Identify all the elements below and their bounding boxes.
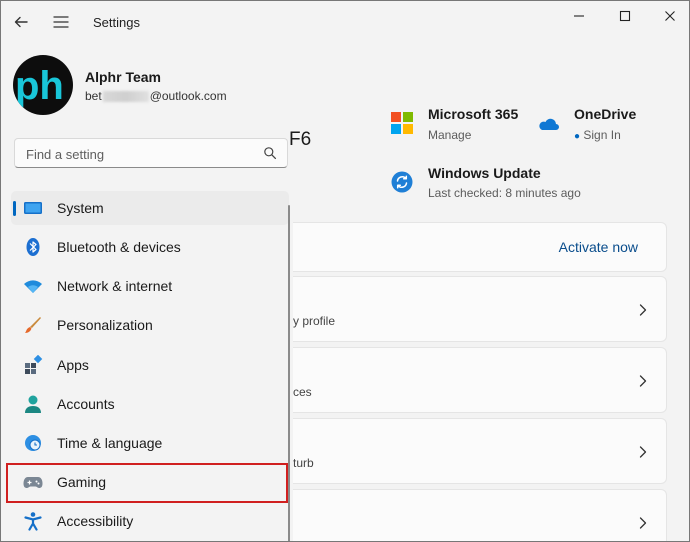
title-bar: Settings	[1, 1, 689, 45]
chevron-right-icon	[639, 304, 647, 316]
alphr-logo-icon: ph	[15, 64, 64, 108]
sidebar-item-network[interactable]: Network & internet	[11, 269, 289, 303]
windows-update-title[interactable]: Windows Update	[428, 165, 541, 181]
status-dot-icon: ●	[574, 131, 581, 142]
onedrive-sign-in-label: Sign In	[583, 128, 621, 142]
maximize-button[interactable]	[610, 7, 640, 25]
sidebar-item-bluetooth[interactable]: Bluetooth & devices	[11, 230, 289, 264]
settings-card-1[interactable]: y profile	[293, 276, 667, 342]
email-redaction	[102, 91, 149, 103]
card-text-fragment: turb	[293, 456, 314, 470]
activate-now-button[interactable]: Activate now	[559, 239, 638, 255]
window-title: Settings	[93, 15, 140, 30]
close-icon	[665, 11, 675, 21]
maximize-icon	[619, 10, 631, 22]
globe-clock-icon	[25, 435, 41, 451]
sidebar-item-label: Bluetooth & devices	[57, 239, 181, 255]
sidebar-item-label: Apps	[57, 357, 89, 373]
sidebar-item-apps[interactable]: Apps	[11, 348, 289, 382]
back-button[interactable]	[10, 11, 32, 33]
sidebar-scrollbar[interactable]	[288, 205, 290, 541]
sidebar-item-system[interactable]: System	[11, 191, 289, 225]
selection-indicator	[13, 201, 16, 216]
sidebar-item-label: Time & language	[57, 435, 163, 451]
sidebar-item-accounts[interactable]: Accounts	[11, 387, 289, 421]
device-name-fragment: F6	[289, 129, 312, 150]
user-email: bet @outlook.com	[85, 89, 227, 103]
card-text-fragment: ces	[293, 385, 312, 399]
accessibility-icon	[24, 512, 42, 531]
main-content: F6 Microsoft 365 Manage OneDrive ● Sign …	[289, 45, 689, 541]
microsoft-365-manage-link[interactable]: Manage	[428, 128, 471, 142]
onedrive-title[interactable]: OneDrive	[574, 106, 636, 122]
search-box[interactable]	[14, 138, 288, 168]
chevron-right-icon	[639, 375, 647, 387]
sidebar-item-label: Accounts	[57, 396, 115, 412]
sidebar-item-time-language[interactable]: Time & language	[11, 426, 289, 460]
sidebar-item-label: Network & internet	[57, 278, 173, 294]
user-name: Alphr Team	[85, 69, 161, 85]
chevron-right-icon	[639, 517, 647, 529]
person-icon	[25, 395, 41, 413]
chevron-right-icon	[639, 446, 647, 458]
activation-card: Activate now	[293, 222, 667, 272]
wifi-icon	[24, 280, 42, 293]
minimize-icon	[574, 15, 584, 17]
bluetooth-icon	[26, 238, 40, 256]
onedrive-sign-in-link[interactable]: ● Sign In	[574, 128, 621, 142]
avatar[interactable]: ph	[13, 55, 73, 115]
brush-icon	[25, 317, 41, 333]
sidebar-item-accessibility[interactable]: Accessibility	[11, 504, 289, 538]
search-input[interactable]	[24, 144, 258, 164]
close-button[interactable]	[655, 7, 685, 25]
windows-update-last-checked: Last checked: 8 minutes ago	[428, 186, 581, 200]
sidebar-item-personalization[interactable]: Personalization	[11, 308, 289, 342]
email-domain: @outlook.com	[149, 89, 227, 103]
card-text-fragment: y profile	[293, 314, 336, 328]
gaming-highlight-box	[6, 463, 288, 503]
apps-icon	[25, 355, 43, 374]
sidebar: ph Alphr Team bet @outlook.com System Blu…	[1, 45, 293, 541]
settings-card-4[interactable]	[293, 489, 667, 541]
sidebar-item-label: Accessibility	[57, 513, 134, 529]
settings-window: Settings ph Alphr Team bet @outlook.com	[0, 0, 690, 542]
sidebar-item-label: System	[57, 200, 104, 216]
minimize-button[interactable]	[564, 7, 594, 25]
system-icon	[24, 202, 42, 214]
microsoft-365-title[interactable]: Microsoft 365	[428, 106, 518, 122]
back-arrow-icon	[14, 16, 28, 28]
search-icon[interactable]	[263, 146, 277, 160]
svg-text:ph: ph	[15, 64, 64, 108]
settings-card-3[interactable]: turb	[293, 418, 667, 484]
settings-card-2[interactable]: ces	[293, 347, 667, 413]
onedrive-cloud-icon	[539, 118, 559, 130]
sidebar-item-label: Personalization	[57, 317, 153, 333]
email-prefix: bet	[85, 89, 102, 103]
microsoft-365-icon	[391, 112, 413, 134]
windows-update-icon	[391, 171, 413, 193]
hamburger-icon	[53, 16, 69, 28]
menu-button[interactable]	[50, 11, 72, 33]
